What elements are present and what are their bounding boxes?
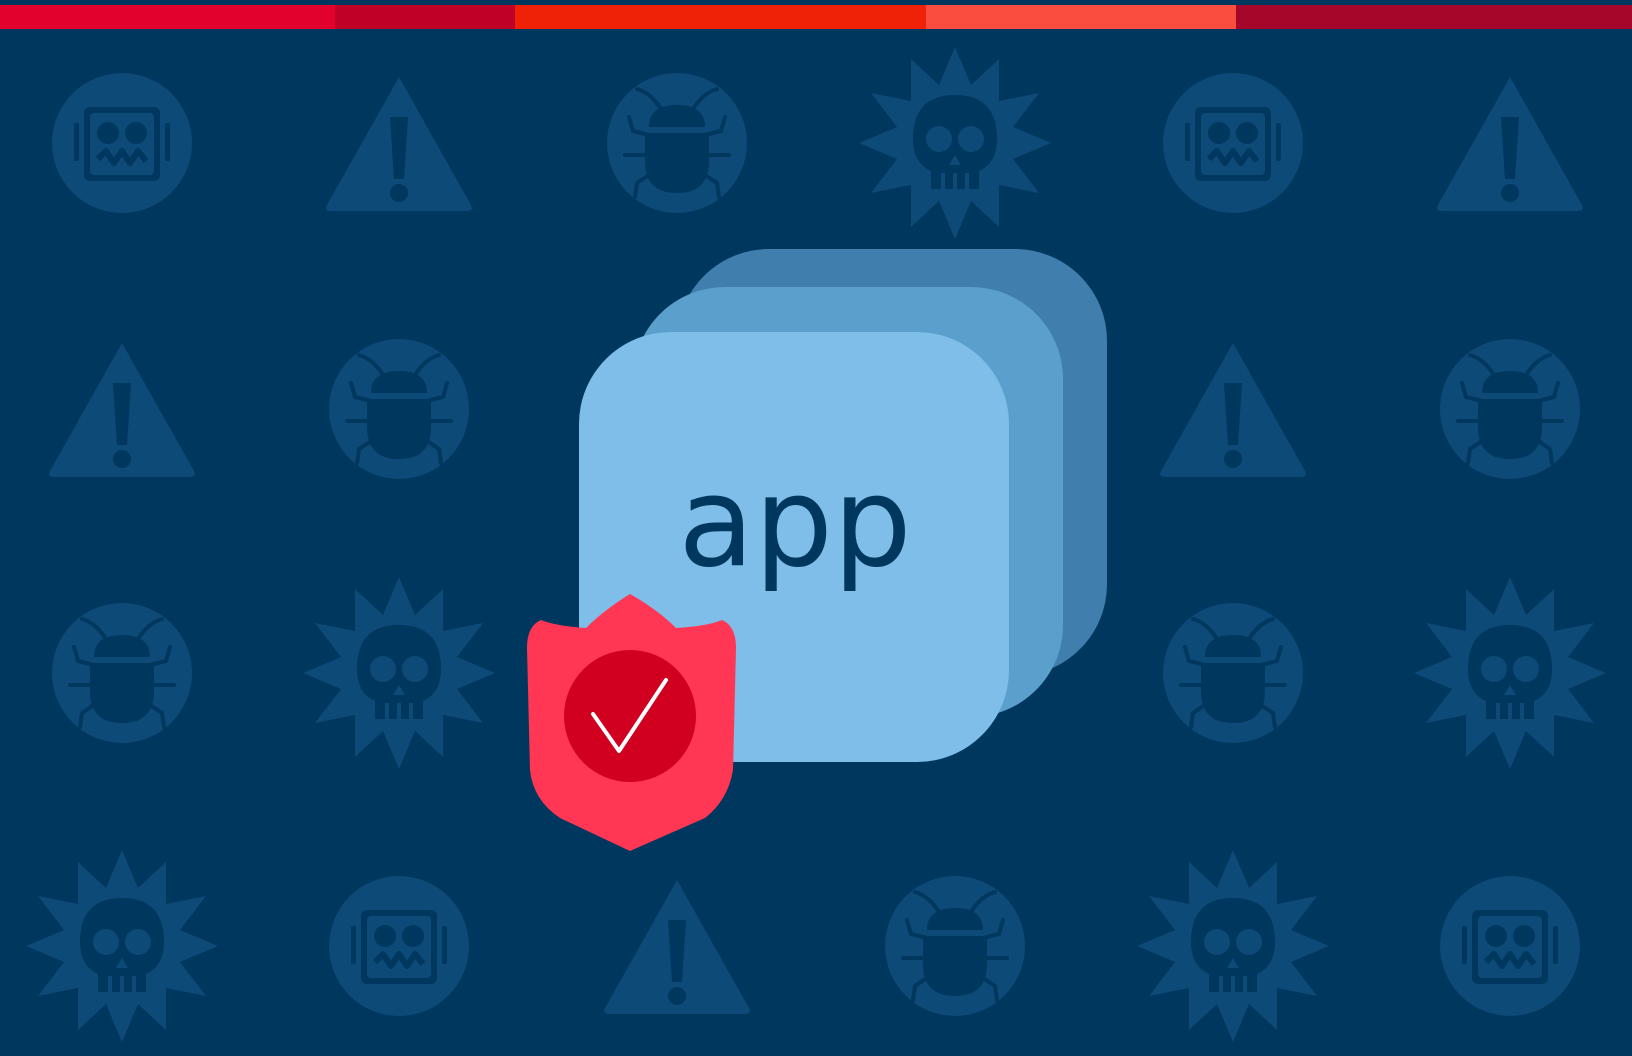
app-label: app: [678, 451, 911, 595]
stripe-segment: [515, 5, 926, 29]
stripe-segment: [0, 5, 335, 29]
bug-icon: [329, 339, 469, 479]
bug-icon: [1163, 603, 1303, 743]
illustration: app: [0, 0, 1632, 1056]
bug-icon: [885, 876, 1025, 1016]
robot-icon: [329, 876, 469, 1016]
bug-icon: [52, 603, 192, 743]
robot-icon: [1440, 876, 1580, 1016]
stripe-segment: [335, 5, 515, 29]
bug-icon: [1440, 339, 1580, 479]
shield-check-icon: [527, 594, 736, 851]
stripe-segment: [1236, 5, 1632, 29]
top-color-stripe: [0, 5, 1632, 29]
shield-inner-circle: [564, 650, 696, 782]
robot-icon: [52, 73, 192, 213]
robot-icon: [1163, 73, 1303, 213]
bug-icon: [607, 73, 747, 213]
stripe-segment: [926, 5, 1236, 29]
